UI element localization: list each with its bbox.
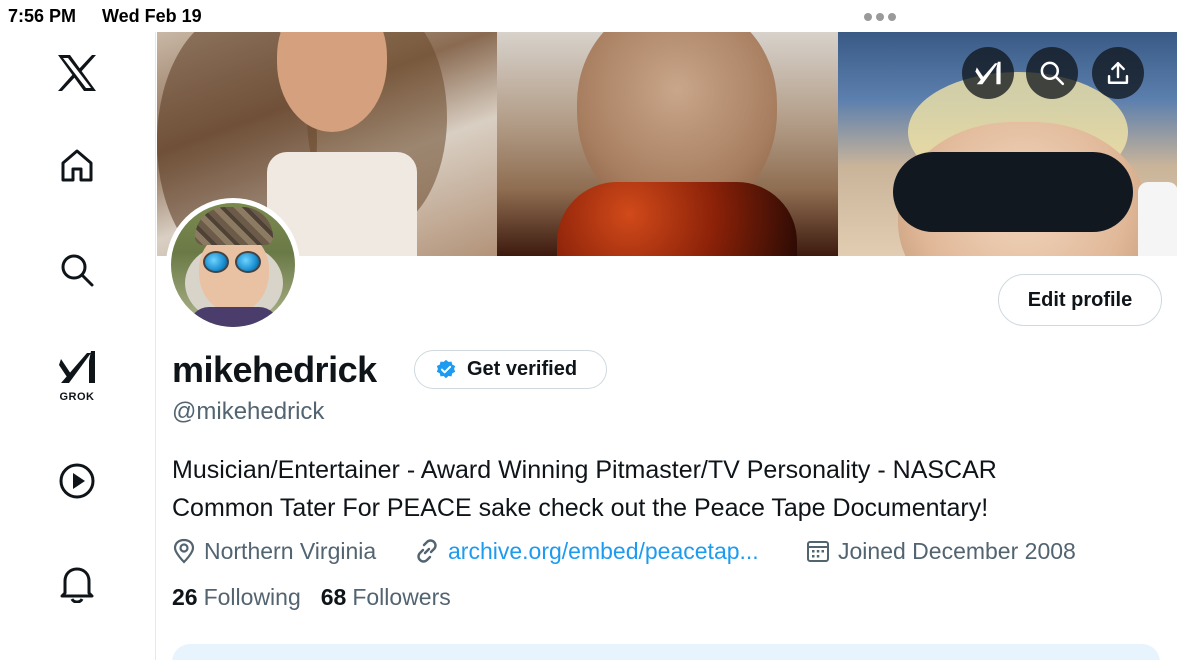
bio: Musician/Entertainer - Award Winning Pit…	[172, 451, 1132, 527]
search-icon	[1040, 61, 1065, 86]
grok-icon[interactable]	[52, 342, 102, 392]
location-text: Northern Virginia	[204, 537, 377, 564]
website-link[interactable]: archive.org/embed/peacetap...	[448, 538, 759, 565]
joined-date: Joined December 2008	[806, 534, 1076, 568]
bio-line-2: Common Tater For PEACE sake check out th…	[172, 494, 989, 522]
banner-share-button[interactable]	[1092, 47, 1144, 99]
status-bar: 7:56 PM Wed Feb 19	[0, 0, 1200, 32]
location-pin-icon	[173, 538, 195, 564]
handle: @mikehedrick	[172, 398, 325, 425]
followers-label: Followers	[352, 584, 451, 610]
bottom-card[interactable]	[172, 644, 1160, 660]
banner-photo-2	[497, 32, 838, 256]
verified-badge-icon	[436, 359, 456, 378]
profile-banner[interactable]	[157, 32, 1177, 256]
sidebar: GROK	[0, 32, 156, 660]
following-link[interactable]: 26 Following	[172, 584, 301, 611]
following-label: Following	[203, 584, 301, 610]
profile-meta: Northern Virginia archive.org/embed/peac…	[172, 534, 1172, 568]
joined-text: Joined December 2008	[838, 537, 1076, 564]
share-icon	[1107, 62, 1129, 84]
grok-icon	[975, 61, 1001, 85]
edit-profile-button[interactable]: Edit profile	[998, 274, 1162, 326]
banner-search-button[interactable]	[1026, 47, 1078, 99]
play-icon[interactable]	[52, 456, 102, 506]
status-date: Wed Feb 19	[102, 6, 202, 26]
grok-label: GROK	[59, 391, 95, 403]
avatar-photo	[171, 203, 295, 327]
banner-grok-button[interactable]	[962, 47, 1014, 99]
bell-icon[interactable]	[52, 559, 102, 609]
link-icon	[417, 539, 437, 563]
followers-count: 68	[320, 584, 347, 610]
search-icon[interactable]	[52, 245, 102, 295]
display-name: mikehedrick	[172, 349, 377, 390]
get-verified-label: Get verified	[467, 358, 578, 380]
avatar[interactable]	[166, 198, 300, 332]
following-count: 26	[172, 584, 198, 610]
x-logo-icon[interactable]	[52, 48, 102, 98]
status-time: 7:56 PM	[8, 6, 77, 26]
website[interactable]: archive.org/embed/peacetap...	[414, 534, 759, 568]
home-icon[interactable]	[52, 140, 102, 190]
get-verified-button[interactable]: Get verified	[414, 350, 607, 389]
location: Northern Virginia	[172, 534, 376, 568]
multitask-dots-icon[interactable]	[864, 13, 896, 21]
calendar-icon	[807, 541, 829, 562]
bio-line-1: Musician/Entertainer - Award Winning Pit…	[172, 456, 997, 484]
followers-link[interactable]: 68 Followers	[321, 584, 451, 611]
follow-stats: 26 Following 68 Followers	[172, 584, 463, 611]
